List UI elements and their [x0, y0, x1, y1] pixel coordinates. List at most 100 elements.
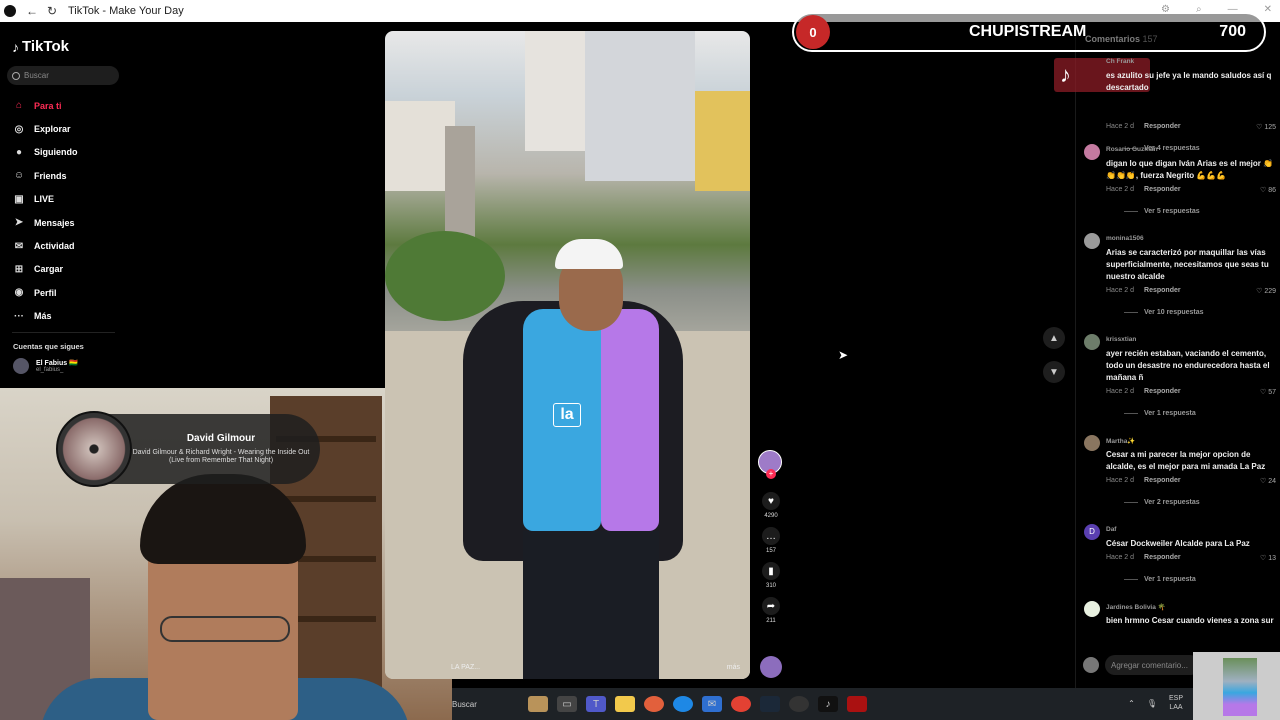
- following-title: Cuentas que sigues: [13, 342, 84, 351]
- comment-likes[interactable]: ♡ 57: [1260, 388, 1276, 396]
- task-view-icon[interactable]: ▭: [557, 696, 577, 712]
- search-input[interactable]: Buscar: [7, 66, 119, 85]
- prev-video-button[interactable]: ▲: [1043, 327, 1065, 349]
- tiktok-taskbar-icon[interactable]: ♪: [818, 696, 838, 712]
- person-legs: [523, 531, 659, 679]
- avatar[interactable]: [1084, 144, 1100, 160]
- menu-item-para-ti[interactable]: ⌂ Para ti: [12, 94, 78, 117]
- steam-icon[interactable]: [760, 696, 780, 712]
- comment-time: Hace 2 d: [1106, 123, 1135, 130]
- taskbar-search[interactable]: Buscar: [452, 700, 528, 709]
- menu-item-friends[interactable]: ☺ Friends: [12, 164, 78, 187]
- sidebar-divider: [12, 332, 115, 333]
- comment-meta: Hace 2 d Responder ♡ 125: [1106, 123, 1276, 131]
- lang-code: ESP: [1168, 695, 1183, 702]
- tray-chevron-icon[interactable]: ⌃: [1128, 699, 1135, 708]
- next-video-button[interactable]: ▼: [1043, 361, 1065, 383]
- back-icon[interactable]: ←: [22, 4, 42, 18]
- reply-button[interactable]: Responder: [1144, 388, 1181, 396]
- share-icon[interactable]: ➦: [762, 597, 780, 615]
- menu-item-explorar[interactable]: ◎ Explorar: [12, 117, 78, 140]
- view-replies-button[interactable]: Ver 5 respuestas: [1124, 208, 1200, 215]
- menu-label: Cargar: [34, 264, 64, 275]
- edge-icon[interactable]: [673, 696, 693, 712]
- menu-item-cargar[interactable]: ⊞ Cargar: [12, 258, 78, 281]
- avatar[interactable]: [1084, 334, 1100, 350]
- comment-likes[interactable]: ♡ 125: [1256, 123, 1276, 131]
- comment-input[interactable]: Agregar comentario...: [1105, 655, 1200, 675]
- menu-item-mensajes[interactable]: ➤ Mensajes: [12, 211, 78, 234]
- share-action[interactable]: ➦ 211: [758, 597, 784, 624]
- menu-label: Mensajes: [34, 217, 75, 228]
- comment-meta: Hace 2 d Responder ♡ 13: [1106, 554, 1276, 562]
- chrome-icon[interactable]: [731, 696, 751, 712]
- video-more-link[interactable]: más: [727, 664, 740, 671]
- teams-icon[interactable]: T: [586, 696, 606, 712]
- menu-item-live[interactable]: ▣ LIVE: [12, 188, 78, 211]
- comment-user[interactable]: monina1506: [1106, 235, 1144, 242]
- view-replies-button[interactable]: Ver 10 respuestas: [1124, 309, 1204, 316]
- microphone-icon[interactable]: 🎙: [1147, 699, 1157, 708]
- comment-likes[interactable]: ♡ 13: [1260, 554, 1276, 562]
- reload-icon[interactable]: ↻: [42, 4, 62, 18]
- comment-icon[interactable]: …: [762, 527, 780, 545]
- likes-count: 125: [1264, 124, 1276, 131]
- save-action[interactable]: ▮ 310: [758, 562, 784, 589]
- music-disc-avatar[interactable]: [760, 656, 782, 678]
- view-replies-button[interactable]: Ver 1 respuesta: [1124, 410, 1196, 417]
- avatar[interactable]: [1084, 601, 1100, 617]
- like-action[interactable]: ♥ 4290: [758, 492, 784, 519]
- folder-icon[interactable]: [615, 696, 635, 712]
- view-replies-button[interactable]: Ver 1 respuesta: [1124, 576, 1196, 583]
- album-disc-icon: [56, 411, 132, 487]
- bookmark-icon[interactable]: ▮: [762, 562, 780, 580]
- reply-button[interactable]: Responder: [1144, 287, 1181, 295]
- tiktok-logo[interactable]: ♪ TikTok: [12, 38, 69, 55]
- app-icon[interactable]: [847, 696, 867, 712]
- comment-text: Cesar a mi parecer la mejor opcion de al…: [1106, 450, 1266, 471]
- stream-goal-overlay: 0 CHUPISTREAM 700: [792, 12, 1266, 52]
- comment-likes[interactable]: ♡ 229: [1256, 287, 1276, 295]
- comment-user[interactable]: Jardines Bolivia 🌴: [1106, 603, 1166, 611]
- comment-user[interactable]: Daf: [1106, 526, 1116, 533]
- menu-label: LIVE: [34, 194, 55, 205]
- avatar[interactable]: [1084, 233, 1100, 249]
- creator-avatar[interactable]: +: [758, 450, 782, 479]
- comment-text: bien hrmno Cesar cuando vienes a zona su…: [1106, 616, 1274, 625]
- follow-plus-icon[interactable]: +: [766, 469, 776, 479]
- firefox-icon[interactable]: [644, 696, 664, 712]
- person-cap: [555, 239, 623, 269]
- comment-user[interactable]: Ch Frank: [1106, 58, 1134, 65]
- widget-icon[interactable]: [528, 696, 548, 712]
- language-indicator[interactable]: ESP LAA: [1169, 694, 1183, 712]
- menu-item-actividad[interactable]: ✉ Actividad: [12, 234, 78, 257]
- reply-button[interactable]: Responder: [1144, 477, 1181, 485]
- view-replies-button[interactable]: Ver 2 respuestas: [1124, 499, 1200, 506]
- menu-label: Más: [34, 311, 52, 322]
- video-player[interactable]: la LA PAZ... más: [385, 31, 750, 679]
- heart-icon[interactable]: ♥: [762, 492, 780, 510]
- reply-button[interactable]: Responder: [1144, 123, 1181, 131]
- reply-button[interactable]: Responder: [1144, 554, 1181, 562]
- avatar: [1083, 657, 1099, 673]
- comment-likes[interactable]: ♡ 24: [1260, 477, 1276, 485]
- comment-user[interactable]: Rosario Guzmán: [1106, 146, 1158, 153]
- close-icon[interactable]: ✕: [1264, 4, 1272, 15]
- comment-user[interactable]: Martha✨: [1106, 437, 1135, 445]
- stream-name: CHUPISTREAM: [969, 23, 1087, 40]
- comment-meta: Hace 2 d Responder ♡ 86: [1106, 186, 1276, 194]
- mail-icon[interactable]: ✉: [702, 696, 722, 712]
- menu-item-siguiendo[interactable]: ● Siguiendo: [12, 141, 78, 164]
- goal-target: 700: [1219, 23, 1246, 40]
- live-icon: ▣: [14, 193, 24, 205]
- avatar[interactable]: [1084, 435, 1100, 451]
- comment-user[interactable]: krissxtian: [1106, 336, 1136, 343]
- menu-item-perfil[interactable]: ◉ Perfil: [12, 281, 78, 304]
- avatar[interactable]: D: [1084, 524, 1100, 540]
- reply-button[interactable]: Responder: [1144, 186, 1181, 194]
- menu-item-mas[interactable]: ··· Más: [12, 305, 78, 328]
- comment-action[interactable]: … 157: [758, 527, 784, 554]
- comment-likes[interactable]: ♡ 86: [1260, 186, 1276, 194]
- obs-icon[interactable]: [789, 696, 809, 712]
- following-account[interactable]: El Fabius 🇧🇴 el_fabius_: [13, 358, 78, 374]
